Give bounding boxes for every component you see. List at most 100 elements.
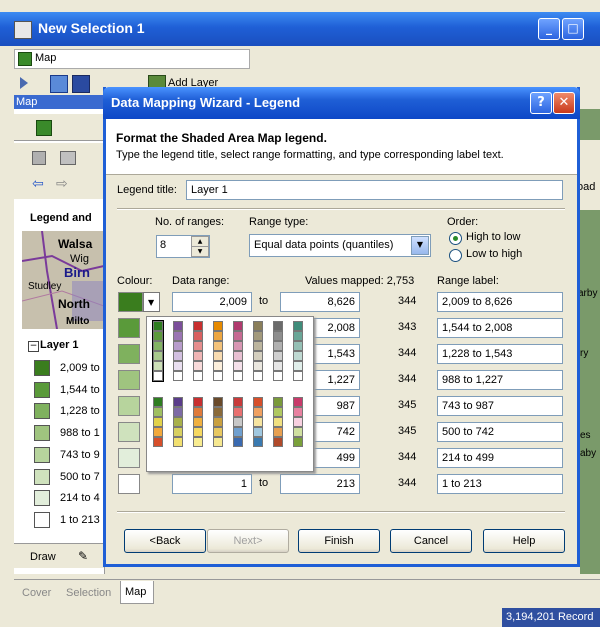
palette-swatch[interactable] [153, 407, 163, 417]
palette-swatch[interactable] [273, 371, 283, 381]
palette-swatch[interactable] [233, 371, 243, 381]
palette-swatch[interactable] [233, 417, 243, 427]
map-tab-icon[interactable] [36, 120, 52, 136]
palette-swatch[interactable] [233, 437, 243, 447]
back-arrow-icon[interactable]: ⇦ [32, 177, 44, 191]
print-icon[interactable] [60, 151, 76, 165]
colour-dropdown-button[interactable]: ▼ [143, 292, 160, 312]
palette-swatch[interactable] [273, 331, 283, 341]
palette-swatch[interactable] [253, 371, 263, 381]
palette-column[interactable] [233, 321, 243, 381]
palette-column[interactable] [173, 321, 183, 381]
save-small-icon[interactable] [32, 151, 46, 165]
palette-swatch[interactable] [253, 417, 263, 427]
draw-menu[interactable]: Draw [30, 551, 56, 563]
stepper-down-icon[interactable]: ▼ [191, 246, 209, 257]
palette-swatch[interactable] [233, 351, 243, 361]
palette-swatch[interactable] [233, 397, 243, 407]
select-icon[interactable] [50, 75, 68, 93]
palette-swatch[interactable] [173, 427, 183, 437]
cancel-button[interactable]: Cancel [390, 529, 472, 553]
palette-swatch[interactable] [233, 361, 243, 371]
palette-swatch[interactable] [173, 397, 183, 407]
palette-column[interactable] [273, 397, 283, 447]
range-colour-swatch[interactable] [118, 292, 143, 312]
palette-swatch[interactable] [293, 397, 303, 407]
palette-swatch[interactable] [293, 437, 303, 447]
range-from-input[interactable] [172, 292, 252, 312]
palette-swatch[interactable] [193, 397, 203, 407]
palette-swatch[interactable] [293, 427, 303, 437]
help-button[interactable]: Help [483, 529, 565, 553]
palette-swatch[interactable] [273, 427, 283, 437]
palette-swatch[interactable] [153, 351, 163, 361]
play-icon[interactable] [20, 77, 28, 89]
palette-swatch[interactable] [153, 361, 163, 371]
palette-swatch[interactable] [153, 341, 163, 351]
palette-swatch[interactable] [213, 417, 223, 427]
no-of-ranges-stepper[interactable]: 8 ▲ ▼ [156, 235, 210, 258]
palette-swatch[interactable] [293, 417, 303, 427]
palette-swatch[interactable] [293, 341, 303, 351]
range-label-input[interactable] [437, 370, 563, 390]
palette-swatch[interactable] [273, 361, 283, 371]
next-button[interactable]: Next> [207, 529, 289, 553]
palette-swatch[interactable] [153, 437, 163, 447]
range-colour-swatch[interactable] [118, 370, 140, 390]
tab-cover[interactable]: Cover [22, 587, 51, 599]
palette-swatch[interactable] [253, 397, 263, 407]
palette-swatch[interactable] [213, 427, 223, 437]
palette-swatch[interactable] [253, 427, 263, 437]
range-to-input[interactable] [280, 474, 360, 494]
palette-swatch[interactable] [233, 341, 243, 351]
palette-swatch[interactable] [173, 417, 183, 427]
palette-column[interactable] [273, 321, 283, 381]
palette-column[interactable] [152, 320, 164, 382]
palette-swatch[interactable] [273, 407, 283, 417]
palette-swatch[interactable] [173, 407, 183, 417]
palette-swatch[interactable] [153, 371, 163, 381]
palette-swatch[interactable] [273, 351, 283, 361]
minimize-button[interactable]: _ [538, 18, 560, 40]
legend-title-input[interactable] [186, 180, 563, 200]
palette-swatch[interactable] [233, 427, 243, 437]
palette-swatch[interactable] [193, 427, 203, 437]
palette-column[interactable] [233, 397, 243, 447]
draw-tool-icon[interactable]: ✎ [78, 549, 88, 563]
palette-swatch[interactable] [233, 407, 243, 417]
colour-palette-popup[interactable] [146, 316, 314, 472]
palette-swatch[interactable] [213, 437, 223, 447]
palette-column[interactable] [173, 397, 183, 447]
layer-expander[interactable]: − [28, 341, 39, 352]
palette-swatch[interactable] [213, 351, 223, 361]
palette-swatch[interactable] [253, 331, 263, 341]
palette-swatch[interactable] [193, 371, 203, 381]
palette-swatch[interactable] [253, 341, 263, 351]
palette-swatch[interactable] [253, 321, 263, 331]
palette-swatch[interactable] [273, 417, 283, 427]
range-colour-swatch[interactable] [118, 318, 140, 338]
palette-column[interactable] [293, 397, 303, 447]
palette-swatch[interactable] [193, 321, 203, 331]
palette-swatch[interactable] [173, 321, 183, 331]
order-low-to-high-radio[interactable] [449, 249, 462, 262]
range-label-input[interactable] [437, 318, 563, 338]
palette-column[interactable] [193, 321, 203, 381]
palette-swatch[interactable] [173, 371, 183, 381]
range-label-input[interactable] [437, 422, 563, 442]
map-thumbnail[interactable]: Walsa Wig Birn Studley North Milto [22, 231, 104, 329]
palette-swatch[interactable] [173, 331, 183, 341]
range-to-input[interactable] [280, 292, 360, 312]
palette-swatch[interactable] [293, 351, 303, 361]
maximize-button[interactable]: □ [562, 18, 584, 40]
help-title-button[interactable]: ? [530, 92, 552, 114]
palette-swatch[interactable] [293, 331, 303, 341]
tab-selection[interactable]: Selection [66, 587, 111, 599]
palette-swatch[interactable] [213, 321, 223, 331]
palette-swatch[interactable] [193, 331, 203, 341]
range-colour-swatch[interactable] [118, 344, 140, 364]
tab-map[interactable]: Map [120, 581, 154, 604]
range-label-input[interactable] [437, 474, 563, 494]
range-type-select[interactable]: Equal data points (quantiles) ▼ [249, 234, 431, 257]
palette-swatch[interactable] [193, 351, 203, 361]
